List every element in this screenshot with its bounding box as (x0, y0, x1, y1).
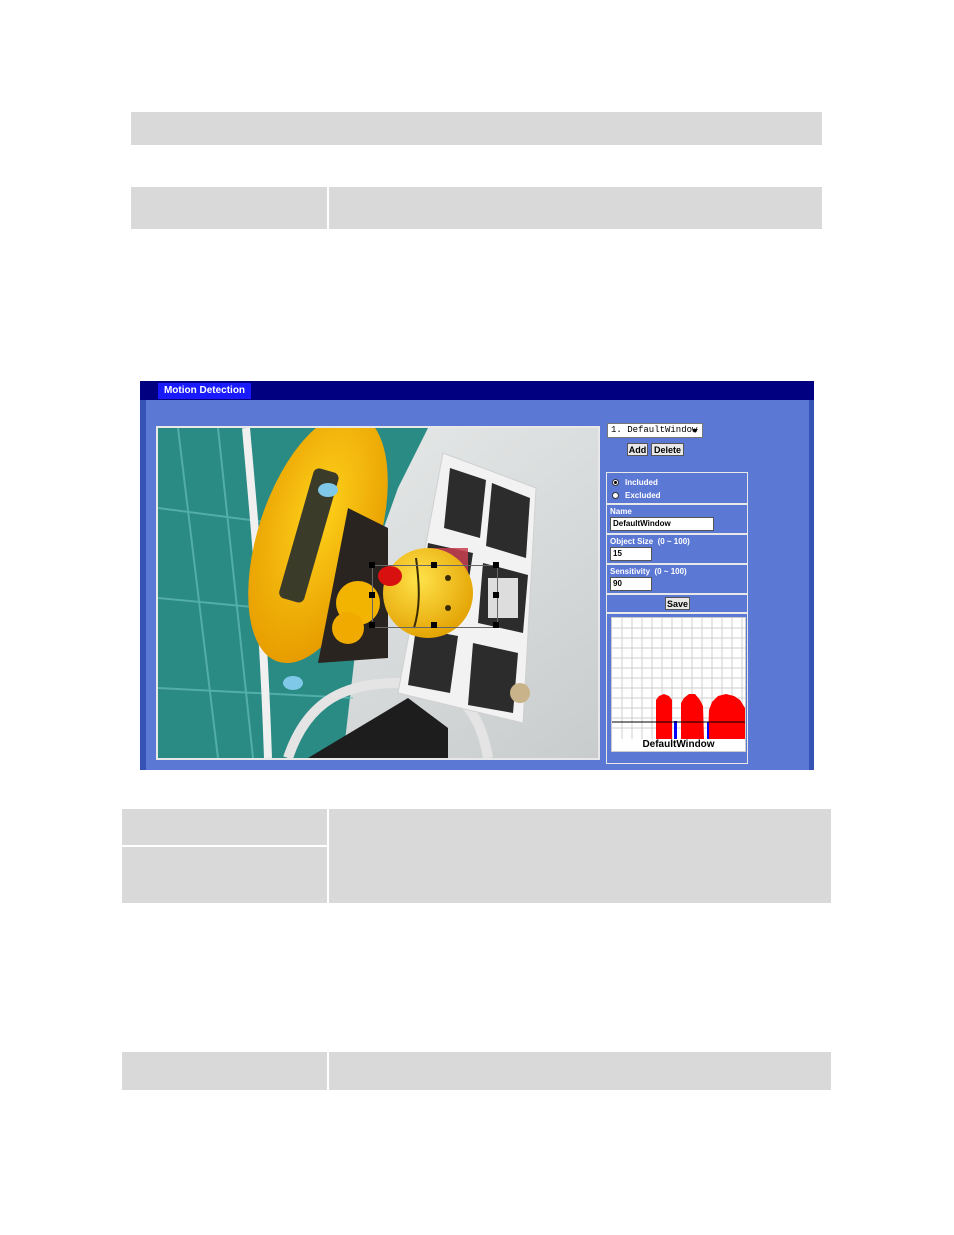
table-row-3 (122, 1052, 831, 1090)
window-select-value: 1. DefaultWindow (611, 425, 698, 435)
activity-series-1 (656, 694, 672, 739)
activity-series-3 (708, 694, 745, 739)
region-handle-top-right[interactable] (493, 562, 499, 568)
object-size-group: Object Size (0 ~ 100) 15 (606, 534, 748, 564)
object-size-field[interactable]: 15 (610, 547, 652, 561)
table-row-2 (122, 809, 831, 903)
object-size-label-text: Object Size (610, 537, 654, 546)
table-header-bar (131, 112, 822, 145)
tab-motion-detection[interactable]: Motion Detection (158, 383, 251, 399)
table-row-1-divider (327, 187, 329, 229)
included-radio[interactable] (612, 479, 619, 486)
region-handle-bottom-left[interactable] (369, 622, 375, 628)
motion-detection-panel: Motion Detection 1. DefaultWindow Add De… (140, 381, 814, 770)
table-row-1 (131, 187, 822, 229)
excluded-radio[interactable] (612, 492, 619, 499)
activity-series-2 (681, 694, 704, 739)
object-size-range: (0 ~ 100) (657, 537, 690, 546)
sensitivity-label-text: Sensitivity (610, 567, 651, 576)
graph-caption: DefaultWindow (642, 739, 715, 750)
name-field[interactable]: DefaultWindow (610, 517, 714, 531)
detection-window-region[interactable] (372, 565, 498, 628)
region-handle-top-left[interactable] (369, 562, 375, 568)
table-row-3-divider (327, 1052, 329, 1090)
region-handle-top-center[interactable] (431, 562, 437, 568)
table-row-2-divider (327, 809, 329, 903)
included-label: Included (625, 478, 658, 487)
region-handle-middle-right[interactable] (493, 592, 499, 598)
panel-right-edge (809, 400, 814, 770)
sensitivity-field[interactable]: 90 (610, 577, 652, 591)
object-size-label: Object Size (0 ~ 100) (610, 537, 690, 546)
chevron-down-icon (692, 429, 698, 433)
activity-graph-plot (612, 618, 745, 739)
sensitivity-group: Sensitivity (0 ~ 100) 90 (606, 564, 748, 594)
save-button[interactable]: Save (665, 597, 690, 610)
window-select[interactable]: 1. DefaultWindow (607, 423, 703, 438)
delete-button[interactable]: Delete (651, 443, 684, 456)
panel-left-edge (140, 400, 146, 770)
region-handle-bottom-right[interactable] (493, 622, 499, 628)
name-group: Name DefaultWindow (606, 504, 748, 534)
include-exclude-group: Included Excluded (606, 472, 748, 504)
region-handle-bottom-center[interactable] (431, 622, 437, 628)
add-button[interactable]: Add (627, 443, 648, 456)
sensitivity-range: (0 ~ 100) (654, 567, 687, 576)
table-row-2-inner-line (122, 845, 327, 847)
camera-video-view[interactable] (156, 426, 600, 760)
activity-level-bar-2 (707, 722, 709, 739)
activity-level-bar-1 (674, 721, 677, 739)
region-handle-middle-left[interactable] (369, 592, 375, 598)
excluded-label: Excluded (625, 491, 661, 500)
motion-activity-graph: DefaultWindow (611, 617, 746, 752)
sensitivity-label: Sensitivity (0 ~ 100) (610, 567, 687, 576)
name-label: Name (610, 507, 632, 516)
